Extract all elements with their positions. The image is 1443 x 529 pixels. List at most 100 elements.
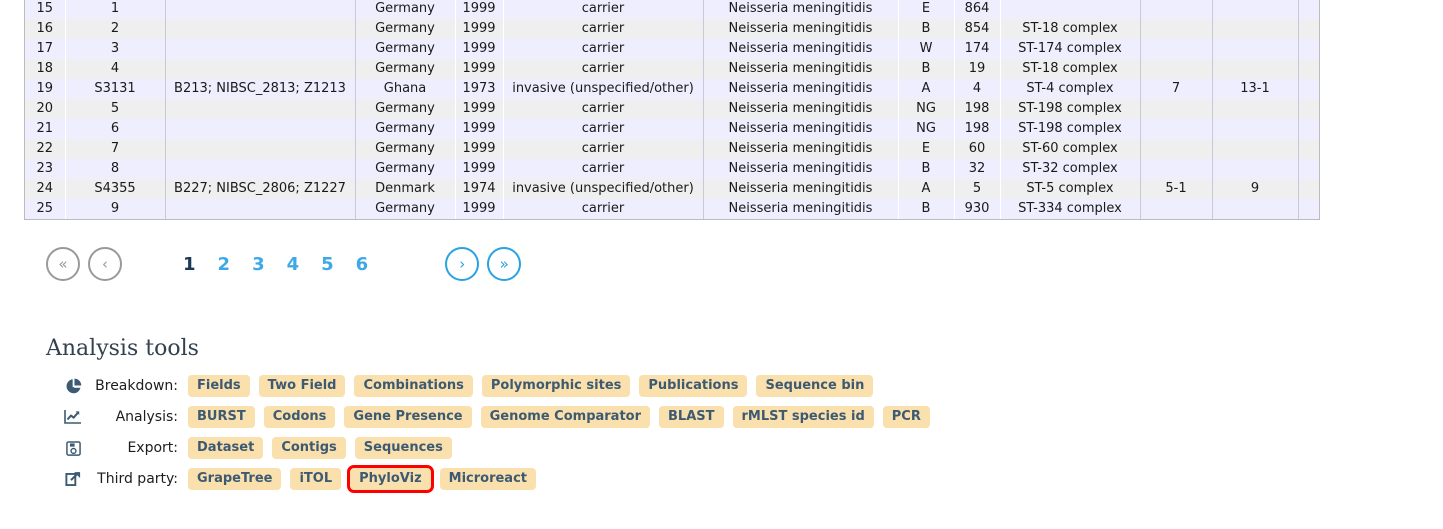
table-row-number-link[interactable]: 18 [25,59,66,79]
tool-button-group: Fields Two Field Combinations Polymorphic s… [188,375,882,397]
table-cell-st: 198 [954,99,1001,119]
save-icon [62,438,84,458]
table-cell-disease: carrier [503,59,704,79]
table-cell-aliases [165,19,356,39]
table-cell-fetA [1212,0,1299,19]
table-cell-sero: E [898,0,955,19]
table-cell-id: 4 [65,59,166,79]
table-cell-species: Neisseria meningitidis [703,139,899,159]
tool-button-phyloviz[interactable]: PhyloViz [347,465,434,493]
table-cell-country: Germany [355,19,456,39]
tool-button-gene-presence[interactable]: Gene Presence [344,406,472,428]
tool-row-label: Third party: [97,471,178,487]
pagination-last-button[interactable]: » [487,247,522,281]
table-row: 18 4 Germany 1999 carrier Neisseria meningiti… [25,59,1319,79]
tool-button-grapetree[interactable]: GrapeTree [188,468,282,490]
table-cell-aliases [165,59,356,79]
tool-button-publications[interactable]: Publications [639,375,748,397]
pagination-first-button[interactable]: « [46,247,80,281]
table-row: 19 S3131 B213; NIBSC_2813; Z1213 Ghana 1973 i… [25,79,1319,99]
table-row-number-link[interactable]: 21 [25,119,66,139]
chevron-right-icon: › [459,254,466,273]
table-cell-cc: ST-334 complex [1000,199,1141,219]
results-table-container: 15 1 Germany 1999 carrier Neisseria meningiti… [24,0,1320,220]
table-cell-cc: ST-18 complex [1000,19,1141,39]
table-cell-penA [1140,159,1213,179]
tool-button-genome-comparator[interactable]: Genome Comparator [480,406,651,428]
tool-button-codons[interactable]: Codons [263,406,336,428]
pagination-forward-group: › » [445,247,529,281]
tool-button-group: GrapeTree iTOL PhyloViz Microreact [188,465,545,493]
tool-button-sequences[interactable]: Sequences [354,437,452,459]
pie-chart-icon [62,376,84,396]
table-row-number-link[interactable]: 25 [25,199,66,219]
table-cell-id: 1 [65,0,166,19]
pagination-next-button[interactable]: › [445,247,480,281]
pagination-page-4[interactable]: 4 [287,254,300,275]
pagination-page-1[interactable]: 1 [183,254,196,275]
tool-button-polymorphic-sites[interactable]: Polymorphic sites [481,375,631,397]
table-row-number-link[interactable]: 17 [25,39,66,59]
table-row-number-link[interactable]: 16 [25,19,66,39]
table-row-number-link[interactable]: 22 [25,139,66,159]
table-cell-cc: ST-174 complex [1000,39,1141,59]
table-cell-year: 1999 [455,119,504,139]
table-cell-penA [1140,19,1213,39]
tool-button-combinations[interactable]: Combinations [354,375,473,397]
pagination-page-5[interactable]: 5 [321,254,334,275]
table-row-number-link[interactable]: 19 [25,79,66,99]
table-cell-st: 5 [954,179,1001,199]
table-row-number-link[interactable]: 24 [25,179,66,199]
pagination-page-3[interactable]: 3 [252,254,265,275]
table-cell-penA: 5-1 [1140,179,1213,199]
table-cell-fetA [1212,159,1299,179]
tool-button-contigs[interactable]: Contigs [272,437,346,459]
tool-row-analysis: Analysis: BURST Codons Gene Presence Genome … [46,406,1146,428]
table-cell-aliases [165,139,356,159]
tool-button-blast[interactable]: BLAST [659,406,724,428]
table-cell-disease: carrier [503,99,704,119]
tool-button-two-field[interactable]: Two Field [258,375,346,397]
table-cell-id: 7 [65,139,166,159]
chart-line-icon [62,407,84,427]
table-cell-porA [1298,99,1319,119]
table-cell-country: Germany [355,139,456,159]
table-cell-country: Ghana [355,79,456,99]
table-cell-disease: carrier [503,199,704,219]
table-cell-sero: W [898,39,955,59]
table-cell-aliases [165,0,356,19]
table-cell-st: 198 [954,119,1001,139]
tool-button-group: Dataset Contigs Sequences [188,437,461,459]
pagination-page-2[interactable]: 2 [218,254,231,275]
tool-button-itol[interactable]: iTOL [290,468,342,490]
tool-button-microreact[interactable]: Microreact [439,468,537,490]
table-cell-country: Germany [355,39,456,59]
table-cell-fetA [1212,59,1299,79]
analysis-tools-rows: Breakdown: Fields Two Field Combinations Pol… [46,375,1146,493]
table-cell-st: 32 [954,159,1001,179]
table-cell-st: 854 [954,19,1001,39]
tool-button-sequence-bin[interactable]: Sequence bin [756,375,874,397]
tool-button-pcr[interactable]: PCR [882,406,930,428]
tool-button-rmlst-species-id[interactable]: rMLST species id [732,406,874,428]
table-cell-st: 19 [954,59,1001,79]
table-cell-disease: invasive (unspecified/other) [503,179,704,199]
table-row-number-link[interactable]: 15 [25,0,66,19]
table-cell-country: Germany [355,119,456,139]
tool-button-fields[interactable]: Fields [188,375,250,397]
table-cell-species: Neisseria meningitidis [703,119,899,139]
table-row-number-link[interactable]: 20 [25,99,66,119]
pagination-prev-button[interactable]: ‹ [88,247,122,281]
table-cell-sero: A [898,79,955,99]
pagination-page-6[interactable]: 6 [356,254,369,275]
table-row: 24 S4355 B227; NIBSC_2806; Z1227 Denmark 197… [25,179,1319,199]
tool-row-label: Export: [127,440,178,456]
tool-button-dataset[interactable]: Dataset [188,437,264,459]
table-row-number-link[interactable]: 23 [25,159,66,179]
table-cell-disease: carrier [503,139,704,159]
tool-button-burst[interactable]: BURST [188,406,255,428]
table-cell-st: 930 [954,199,1001,219]
table-cell-species: Neisseria meningitidis [703,159,899,179]
table-cell-species: Neisseria meningitidis [703,39,899,59]
table-cell-year: 1999 [455,39,504,59]
